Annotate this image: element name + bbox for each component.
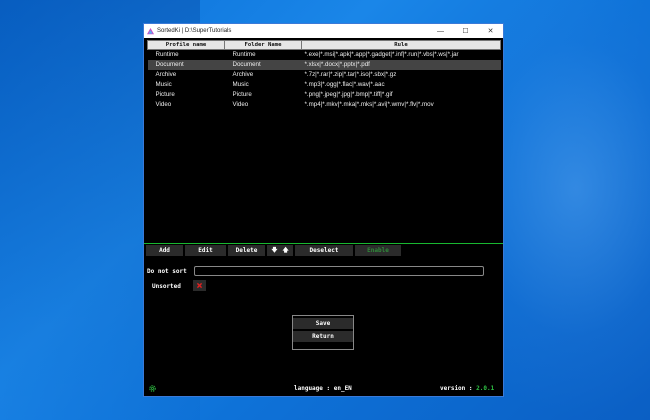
move-down-button[interactable]: 🡇 — [271, 246, 277, 256]
gear-icon[interactable] — [148, 384, 157, 393]
unsorted-toggle[interactable] — [193, 280, 206, 291]
save-button[interactable]: Save — [293, 318, 353, 329]
rule-cell: *.7z|*.rar|*.zip|*.tar|*.iso|*.sbx|*.gz — [304, 71, 397, 78]
table-row[interactable]: Runtime Runtime *.exe|*.msi|*.apk|*.app|… — [148, 50, 501, 60]
do-not-sort-label: Do not sort — [147, 268, 187, 275]
close-x-icon — [196, 282, 203, 289]
rule-cell: *.png|*.jpeg|*.jpg|*.bmp|*.tiff|*.gif — [304, 91, 393, 98]
rule-cell: *.mp4|*.mkv|*.mka|*.mks|*.avi|*.wmv|*.fl… — [304, 101, 434, 108]
profile-cell: Music — [155, 81, 172, 88]
edit-button[interactable]: Edit — [185, 245, 226, 256]
do-not-sort-input[interactable] — [194, 266, 484, 276]
maximize-button[interactable]: ☐ — [453, 24, 478, 38]
move-up-button[interactable]: 🡅 — [283, 246, 289, 256]
toolbar-divider — [144, 243, 503, 244]
action-menu: Save Return — [292, 315, 354, 350]
table-row[interactable]: Video Video *.mp4|*.mkv|*.mka|*.mks|*.av… — [148, 100, 501, 110]
folder-cell: Archive — [232, 71, 254, 78]
profile-table: Profile name Folder Name Rule Runtime Ru… — [147, 40, 501, 110]
status-footer: language : en_EN version : 2.0.1 — [144, 383, 503, 395]
title-bar[interactable]: SortedKi | D:\SuperTutorials — ☐ ✕ — [144, 24, 503, 38]
enable-button[interactable]: Enable — [355, 245, 401, 256]
column-header-profile[interactable]: Profile name — [147, 40, 225, 50]
folder-cell: Music — [232, 81, 249, 88]
close-button[interactable]: ✕ — [478, 24, 503, 38]
app-window: SortedKi | D:\SuperTutorials — ☐ ✕ Profi… — [143, 23, 504, 397]
folder-cell: Document — [224, 59, 302, 70]
unsorted-label: Unsorted — [152, 283, 181, 290]
folder-cell: Video — [232, 101, 249, 108]
profile-cell: Picture — [155, 91, 175, 98]
version-indicator: version : 2.0.1 — [440, 385, 494, 392]
language-indicator[interactable]: language : en_EN — [294, 385, 352, 392]
table-row-selected[interactable]: Document Document *.xlsx|*.docx|*.pptx|*… — [147, 59, 501, 70]
folder-cell: Picture — [232, 91, 252, 98]
version-label: version : — [440, 385, 473, 392]
minimize-button[interactable]: — — [428, 24, 453, 38]
profile-cell: Runtime — [155, 51, 179, 59]
table-header-row: Profile name Folder Name Rule — [147, 40, 501, 50]
deselect-button[interactable]: Deselect — [295, 245, 353, 256]
table-row[interactable]: Archive Archive *.7z|*.rar|*.zip|*.tar|*… — [148, 70, 501, 80]
window-controls: — ☐ ✕ — [428, 24, 503, 38]
version-number: 2.0.1 — [476, 385, 495, 392]
window-title: SortedKi | D:\SuperTutorials — [157, 28, 232, 34]
column-header-rule[interactable]: Rule — [301, 40, 501, 50]
profile-cell: Document — [147, 59, 225, 70]
rule-cell: *.mp3|*.ogg|*.flac|*.wav|*.aac — [304, 81, 385, 88]
folder-cell: Runtime — [232, 51, 256, 59]
move-buttons: 🡇 🡅 — [267, 245, 293, 256]
profile-table-area: Profile name Folder Name Rule Runtime Ru… — [147, 40, 501, 242]
table-row[interactable]: Picture Picture *.png|*.jpeg|*.jpg|*.bmp… — [148, 90, 501, 100]
table-row[interactable]: Music Music *.mp3|*.ogg|*.flac|*.wav|*.a… — [148, 80, 501, 90]
profile-cell: Archive — [155, 71, 177, 78]
profile-cell: Video — [155, 101, 172, 108]
return-button[interactable]: Return — [293, 331, 353, 342]
column-header-folder[interactable]: Folder Name — [224, 40, 302, 50]
delete-button[interactable]: Delete — [228, 245, 265, 256]
rule-cell: *.exe|*.msi|*.apk|*.app|*.gadget|*.inf|*… — [304, 51, 459, 59]
rule-cell: *.xlsx|*.docx|*.pptx|*.pdf — [301, 59, 501, 70]
profile-toolbar: Add Edit Delete 🡇 🡅 Deselect Enable — [146, 245, 401, 257]
app-logo-icon — [147, 27, 154, 34]
add-button[interactable]: Add — [146, 245, 183, 256]
